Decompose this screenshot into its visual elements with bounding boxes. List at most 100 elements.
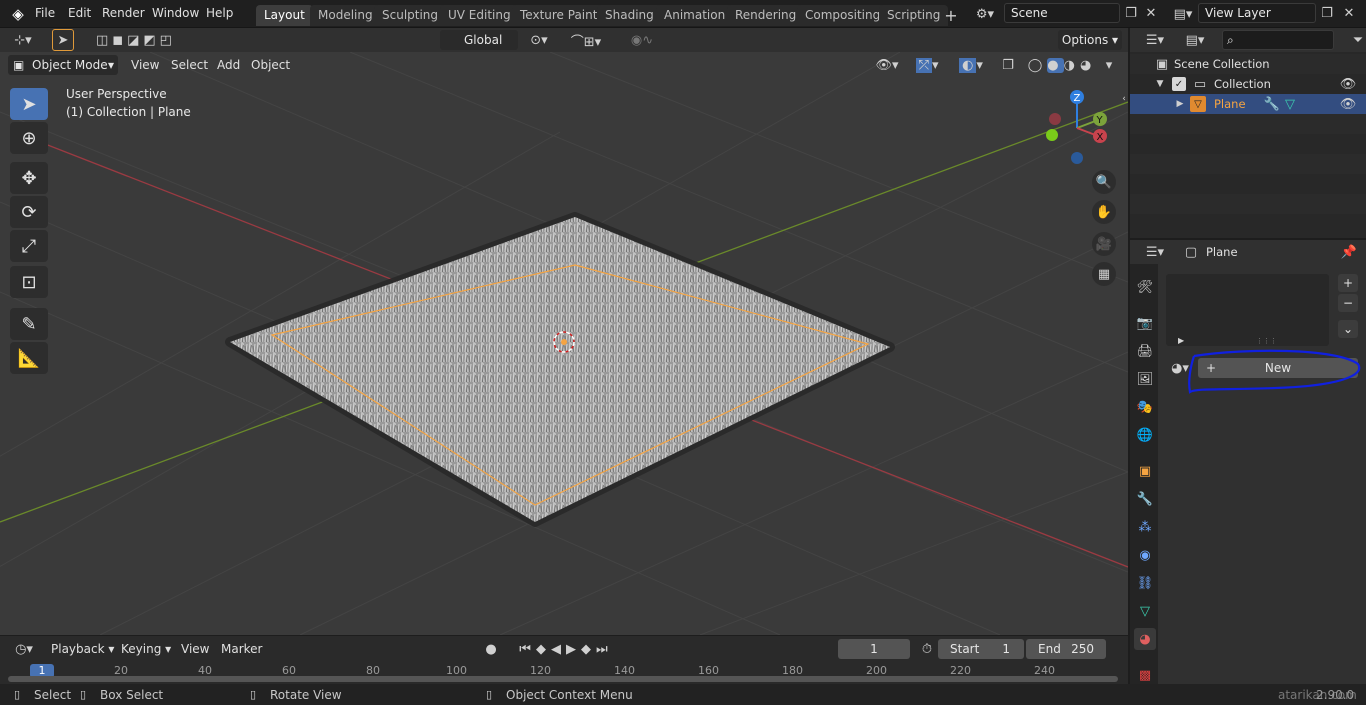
outliner-search-input[interactable]: ⌕ (1222, 30, 1334, 50)
3d-viewport[interactable]: User Perspective (1) Collection | Plane … (0, 52, 1128, 635)
selection-mode-icons[interactable]: ◫◼◪◩◰ (88, 30, 184, 50)
copy-view-layer-icon[interactable]: ❐ (1318, 4, 1336, 23)
measure-tool[interactable]: 📐 (10, 342, 48, 374)
output-tab-icon[interactable]: 🖨 (1134, 340, 1156, 362)
timeline-ruler[interactable]: 1 20 40 60 80 100 120 140 160 180 200 22… (0, 662, 1128, 684)
tab-scripting[interactable]: Scripting (879, 5, 949, 26)
physics-tab-icon[interactable]: ◉ (1134, 544, 1156, 566)
outliner-row-collection[interactable]: ▼ ✓ ▭ Collection 👁 (1130, 74, 1366, 94)
render-tab-icon[interactable]: 📷 (1134, 312, 1156, 334)
transform-orientation-dropdown[interactable]: Global (440, 30, 518, 50)
material-tab-icon[interactable]: ◕ (1134, 628, 1156, 650)
tab-rendering[interactable]: Rendering (727, 5, 805, 26)
timeline-scrollbar[interactable] (8, 676, 1118, 682)
camera-icon[interactable]: 🎥 (1092, 232, 1116, 256)
cursor-tool[interactable]: ⊕ (10, 122, 48, 154)
checkbox-icon[interactable]: ✓ (1172, 77, 1186, 91)
menu-help[interactable]: Help (206, 6, 233, 20)
pin-icon[interactable]: 📌 (1340, 242, 1358, 262)
sidebar-toggle-icon[interactable]: ‹ (1118, 92, 1130, 106)
playback-controls-icons[interactable]: ⏮◆◀▶◆⏭ (506, 640, 626, 658)
timeline-menu-view[interactable]: View (176, 639, 214, 659)
add-slot-button[interactable]: + (1338, 274, 1358, 292)
menu-window[interactable]: Window (152, 6, 199, 20)
transform-tool[interactable]: ⊡ (10, 266, 48, 298)
select-tool-icon[interactable]: ➤ (52, 29, 74, 51)
overlay-toggle-icon[interactable]: ◐ ▾ (952, 55, 990, 75)
visibility-icon[interactable]: 👁▾ (872, 55, 902, 75)
tab-sculpting[interactable]: Sculpting (374, 5, 447, 26)
shading-mode-icons[interactable]: ◯ ● ◑◕ (1022, 55, 1102, 75)
texture-tab-icon[interactable]: ▩ (1134, 664, 1156, 686)
world-tab-icon[interactable]: 🌐 (1134, 424, 1156, 446)
scene-selector-icon[interactable]: ⚙▾ (970, 4, 1000, 24)
outliner-row-scene-collection[interactable]: ▣ Scene Collection (1130, 54, 1366, 74)
viewport-menu-view[interactable]: View (126, 55, 164, 75)
menu-render[interactable]: Render (102, 6, 145, 20)
tab-compositing[interactable]: Compositing (797, 5, 889, 26)
pivot-point-icon[interactable]: ⊙▾ (522, 30, 556, 50)
scale-tool[interactable]: ⤢ (10, 230, 48, 262)
object-tab-icon[interactable]: ▣ (1134, 460, 1156, 482)
viewport-menu-select[interactable]: Select (166, 55, 213, 75)
tab-shading[interactable]: Shading (597, 5, 662, 26)
modifier-tab-icon[interactable]: 🔧 (1134, 488, 1156, 510)
grass-plane[interactable] (225, 212, 895, 527)
timeline-menu-playback[interactable]: Playback ▾ (46, 639, 119, 659)
xray-toggle-icon[interactable]: ❐ (998, 55, 1018, 75)
outliner-row-plane[interactable]: ▶ ▽ Plane 🔧 ▽ 👁 (1130, 94, 1366, 114)
rotate-tool[interactable]: ⟳ (10, 196, 48, 228)
expand-arrow-icon[interactable]: ▶ (1178, 336, 1184, 345)
view-layer-selector-icon[interactable]: ▤▾ (1168, 4, 1198, 24)
outliner-editor-type-icon[interactable]: ☰▾ (1138, 30, 1172, 50)
navigation-gizmo[interactable]: Z Y X (1040, 86, 1120, 166)
material-slots-list[interactable]: ▶ ⋮⋮⋮ (1166, 274, 1329, 346)
copy-scene-icon[interactable]: ❐ (1122, 4, 1140, 23)
tab-modeling[interactable]: Modeling (310, 5, 381, 26)
menu-edit[interactable]: Edit (68, 6, 91, 20)
object-mode-dropdown[interactable]: ▣ Object Mode ▾ (8, 55, 118, 75)
close-icon[interactable]: ✕ (1142, 4, 1160, 23)
view-layer-tab-icon[interactable]: 🖼 (1134, 368, 1156, 390)
zoom-icon[interactable]: 🔍 (1092, 170, 1116, 194)
filter-icon[interactable]: ⏷ (1350, 30, 1366, 50)
properties-editor-type-icon[interactable]: ☰▾ (1138, 242, 1172, 262)
snap-icon[interactable]: ⌒⊞▾ (560, 30, 612, 50)
display-mode-icon[interactable]: ▤▾ (1178, 30, 1212, 50)
wrench-icon[interactable]: 🔧 (1264, 96, 1280, 112)
view-layer-field[interactable]: View Layer (1198, 3, 1316, 23)
options-dropdown[interactable]: Options ▾ (1058, 30, 1122, 50)
menu-file[interactable]: File (35, 6, 55, 20)
constraints-tab-icon[interactable]: ⛓ (1134, 572, 1156, 594)
select-box-tool[interactable]: ➤ (10, 88, 48, 120)
tab-layout[interactable]: Layout (256, 5, 313, 26)
tab-animation[interactable]: Animation (656, 5, 734, 26)
timeline-menu-keying[interactable]: Keying ▾ (116, 639, 176, 659)
tool-tab-icon[interactable]: 🛠 (1134, 276, 1156, 298)
close-icon[interactable]: ✕ (1340, 4, 1358, 23)
record-icon[interactable]: ● (482, 640, 500, 658)
data-tab-icon[interactable]: ▽ (1134, 600, 1156, 622)
editor-type-icon[interactable]: ⊹▾ (6, 30, 40, 50)
viewport-menu-add[interactable]: Add (212, 55, 245, 75)
stopwatch-icon[interactable]: ⏱ (918, 639, 936, 659)
gizmo-toggle-icon[interactable]: ⤱ ▾ (908, 55, 946, 75)
expand-arrow-icon[interactable]: ▶ (1174, 96, 1186, 112)
slot-specials-button[interactable]: ⌄ (1338, 320, 1358, 338)
tab-texture-paint[interactable]: Texture Paint (512, 5, 606, 26)
timeline-menu-marker[interactable]: Marker (216, 639, 267, 659)
tab-uv-editing[interactable]: UV Editing (440, 5, 519, 26)
particles-tab-icon[interactable]: ⁂ (1134, 516, 1156, 538)
mesh-data-icon[interactable]: ▽ (1282, 96, 1298, 112)
move-tool[interactable]: ✥ (10, 162, 48, 194)
resize-handle-icon[interactable]: ⋮⋮⋮ (1256, 337, 1277, 345)
proportional-edit-icon[interactable]: ◉∿ (616, 30, 668, 50)
grid-toggle-icon[interactable]: ▦ (1092, 262, 1116, 286)
blender-logo-icon[interactable]: ◈ (8, 4, 28, 24)
start-frame-field[interactable]: Start 1 (938, 639, 1024, 659)
scene-tab-icon[interactable]: 🎭 (1134, 396, 1156, 418)
eye-icon[interactable]: 👁 (1340, 76, 1357, 92)
annotate-tool[interactable]: ✎ (10, 308, 48, 340)
expand-arrow-icon[interactable]: ▼ (1154, 76, 1166, 92)
end-frame-field[interactable]: End 250 (1026, 639, 1106, 659)
